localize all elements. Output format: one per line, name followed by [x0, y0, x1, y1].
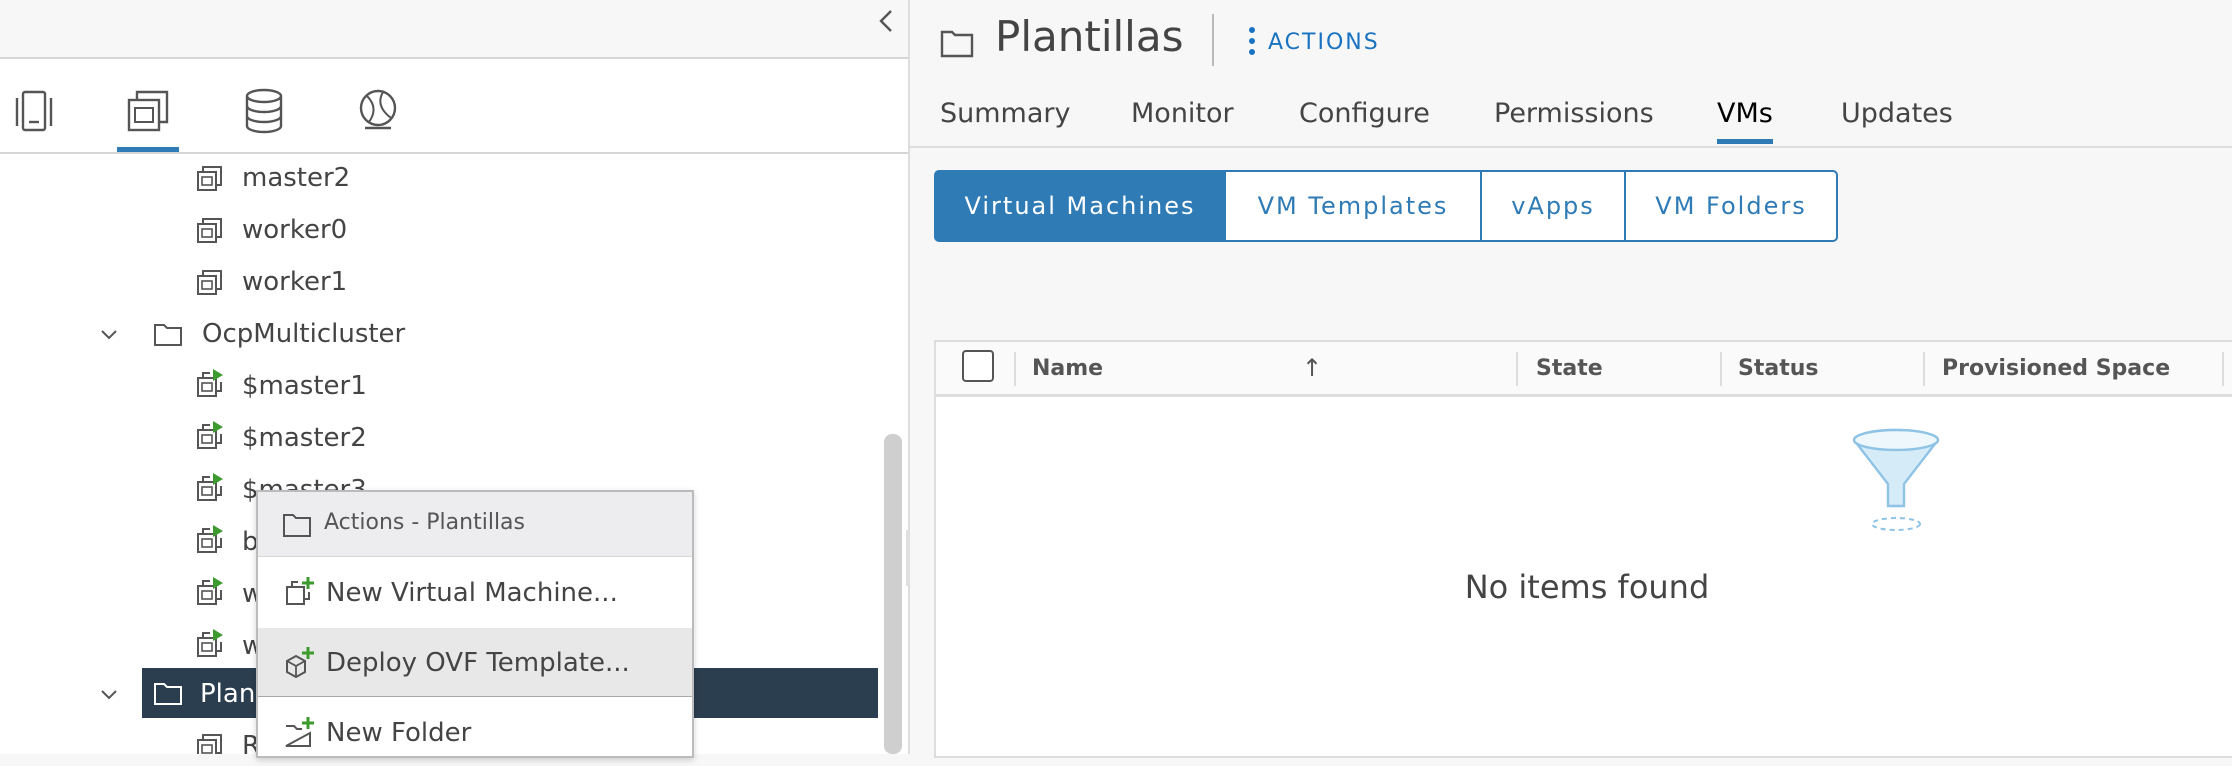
- context-menu: Actions - Plantillas New Virtual Machine…: [256, 490, 694, 758]
- filter-funnel-icon: [1852, 428, 1940, 531]
- column-header-status[interactable]: Status: [1738, 342, 1818, 394]
- column-header-name[interactable]: Name: [1032, 342, 1103, 394]
- navigator-collapse-bar: [0, 0, 908, 59]
- hosts-clusters-tab[interactable]: [4, 86, 64, 146]
- tree-item-label: worker1: [242, 267, 348, 297]
- tree-item-label: Plan: [200, 679, 256, 709]
- inventory-view-tabs: [0, 59, 908, 154]
- tree-item-master2[interactable]: master2: [0, 152, 880, 204]
- folder-icon: [154, 683, 182, 705]
- tree-item-label: worker0: [242, 215, 348, 245]
- title-separator: [1212, 14, 1214, 66]
- column-separator: [1923, 352, 1925, 386]
- column-separator: [1516, 352, 1518, 386]
- context-menu-header: Actions - Plantillas: [258, 492, 692, 557]
- folder-icon: [283, 514, 311, 537]
- vm-template-icon: [197, 734, 222, 754]
- folder-icon: [940, 30, 974, 58]
- column-separator: [1720, 352, 1722, 386]
- new-virtual-machine-menu-item[interactable]: New Virtual Machine...: [258, 558, 692, 626]
- tab-configure[interactable]: Configure: [1299, 98, 1430, 129]
- tab-permissions[interactable]: Permissions: [1494, 98, 1654, 129]
- context-menu-title: Actions - Plantillas: [324, 510, 525, 535]
- tree-item-label: OcpMulticluster: [202, 319, 406, 349]
- vm-running-icon: [197, 577, 223, 605]
- storage-tab[interactable]: [234, 86, 294, 146]
- kebab-menu-icon: [1248, 26, 1260, 59]
- new-folder-icon: [285, 717, 314, 747]
- column-separator: [2222, 352, 2224, 386]
- vm-running-icon: [197, 629, 223, 657]
- vm-type-segmented-control: Virtual Machines VM Templates vApps VM F…: [934, 170, 1838, 242]
- chevron-down-icon[interactable]: [98, 323, 120, 345]
- vm-running-icon: [197, 473, 223, 501]
- tab-updates[interactable]: Updates: [1841, 98, 1953, 129]
- tab-monitor[interactable]: Monitor: [1131, 98, 1234, 129]
- folder-icon: [154, 324, 182, 346]
- chevron-down-icon[interactable]: [98, 683, 120, 705]
- menu-item-label: New Virtual Machine...: [326, 578, 618, 608]
- column-header-provisioned-space[interactable]: Provisioned Space: [1942, 342, 2170, 394]
- tree-item-master1[interactable]: $master1: [0, 360, 880, 412]
- menu-item-label: New Folder: [326, 718, 472, 748]
- select-all-checkbox[interactable]: [962, 350, 994, 382]
- object-tabs: Summary Monitor Configure Permissions VM…: [910, 98, 2232, 148]
- new-vm-icon: [286, 577, 314, 605]
- vms-templates-tab[interactable]: [117, 86, 179, 152]
- tab-summary[interactable]: Summary: [940, 98, 1070, 129]
- segment-vm-folders[interactable]: VM Folders: [1624, 170, 1838, 242]
- new-folder-menu-item[interactable]: New Folder: [258, 698, 692, 766]
- menu-item-label: Deploy OVF Template...: [326, 648, 630, 678]
- deploy-ovf-icon: [286, 647, 314, 678]
- tree-scrollbar[interactable]: [884, 434, 902, 754]
- hosts-clusters-icon: [15, 90, 53, 132]
- content-pane: Plantillas ACTIONS Summary Monitor Confi…: [910, 0, 2232, 758]
- column-header-state[interactable]: State: [1536, 342, 1603, 394]
- tree-item-worker1[interactable]: worker1: [0, 256, 880, 308]
- chevron-left-icon: [879, 10, 892, 32]
- vm-running-icon: [197, 525, 223, 553]
- segment-vapps[interactable]: vApps: [1480, 170, 1626, 242]
- segment-vm-templates[interactable]: VM Templates: [1224, 170, 1482, 242]
- vm-template-icon: [197, 270, 222, 295]
- tree-item-master2-running[interactable]: $master2: [0, 412, 880, 464]
- vm-running-icon: [197, 421, 223, 449]
- database-icon: [245, 88, 283, 134]
- column-separator: [1014, 352, 1016, 386]
- collapse-navigator-button[interactable]: [872, 6, 902, 36]
- tab-vms[interactable]: VMs: [1717, 98, 1773, 144]
- vms-templates-icon: [127, 90, 169, 132]
- vms-datagrid: Name ↑ State Status Provisioned Space No…: [934, 340, 2232, 758]
- deploy-ovf-template-menu-item[interactable]: Deploy OVF Template...: [258, 628, 692, 697]
- vm-template-icon: [197, 218, 222, 243]
- empty-state-message: No items found: [1464, 568, 1710, 606]
- segment-virtual-machines[interactable]: Virtual Machines: [934, 170, 1226, 242]
- tree-item-label: master2: [242, 163, 351, 193]
- sort-ascending-icon[interactable]: ↑: [1302, 342, 1322, 394]
- tree-item-worker0[interactable]: worker0: [0, 204, 880, 256]
- vm-running-icon: [197, 369, 223, 397]
- globe-network-icon: [359, 89, 397, 130]
- datagrid-header: Name ↑ State Status Provisioned Space: [936, 342, 2232, 397]
- actions-label: ACTIONS: [1268, 29, 1380, 55]
- networking-tab[interactable]: [348, 86, 408, 146]
- tree-item-ocpmulticluster[interactable]: OcpMulticluster: [0, 308, 880, 360]
- tree-item-label: $master1: [242, 371, 367, 401]
- page-title: Plantillas: [995, 12, 1184, 61]
- actions-menu-button[interactable]: ACTIONS: [1248, 24, 1380, 60]
- tree-item-label: $master2: [242, 423, 367, 453]
- vm-template-icon: [197, 166, 222, 191]
